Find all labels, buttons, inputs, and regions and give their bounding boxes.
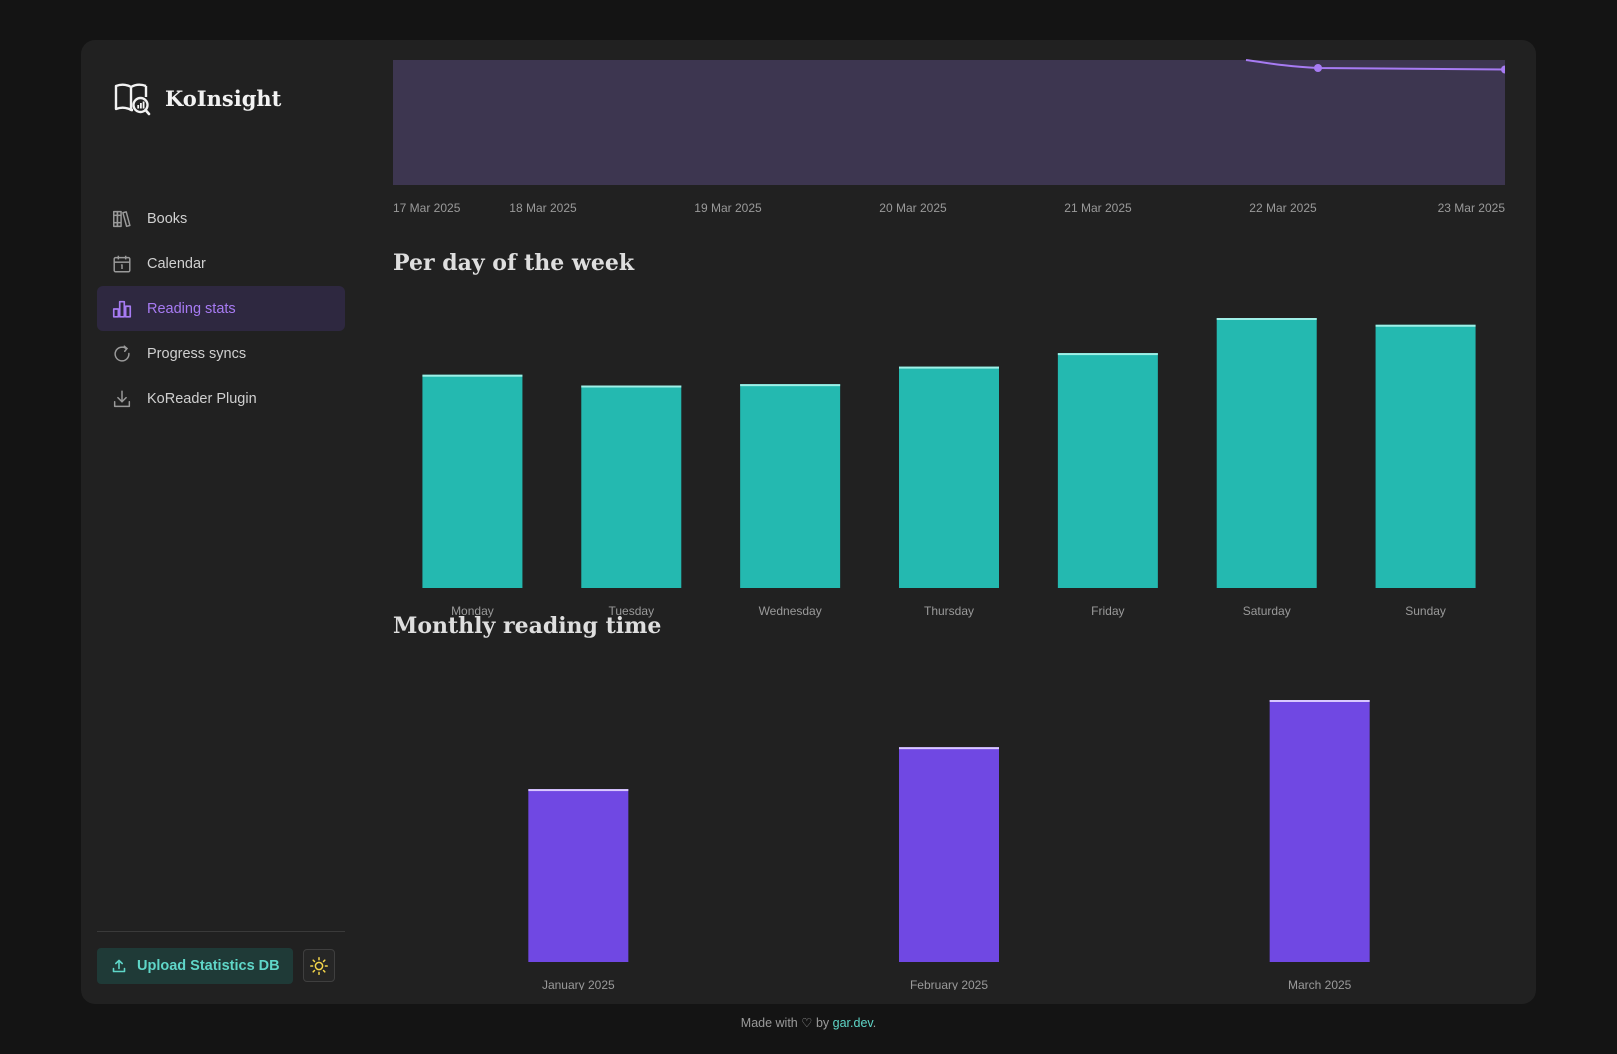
- sun-icon: [310, 956, 328, 975]
- nav-item-progress-syncs[interactable]: Progress syncs: [97, 331, 345, 376]
- x-tick-label: Sunday: [1405, 604, 1446, 618]
- footer-by: by: [815, 1016, 830, 1030]
- heart-icon: ♡: [801, 1016, 813, 1030]
- monthly-bar-chart: January 2025 February 2025 March 2025: [528, 700, 1370, 990]
- upload-statistics-button[interactable]: Upload Statistics DB: [97, 948, 293, 984]
- bar-cap: [1216, 318, 1317, 320]
- bar-cap: [1057, 353, 1158, 356]
- bar-chart-icon: [112, 300, 132, 318]
- main-content: 17 Mar 2025 18 Mar 2025 19 Mar 2025 20 Mar …: [393, 40, 1505, 1004]
- x-tick-label: 20 Mar 2025: [879, 201, 947, 215]
- nav-item-calendar[interactable]: Calendar: [97, 241, 345, 286]
- sidebar-footer: Upload Statistics DB: [97, 931, 345, 984]
- monthly-chart-title: Monthly reading time: [393, 613, 662, 639]
- x-axis-ticks: 17 Mar 2025 18 Mar 2025 19 Mar 2025 20 Mar …: [393, 201, 1505, 215]
- page-footer: Made with ♡ by gar.dev.: [0, 1015, 1617, 1030]
- x-tick-label: January 2025: [542, 978, 615, 990]
- bar-cap: [581, 385, 682, 388]
- x-tick-label: Friday: [1091, 604, 1124, 618]
- bar-cap: [1375, 324, 1476, 327]
- footer-prefix: Made with: [740, 1016, 798, 1030]
- bar[interactable]: [899, 366, 999, 588]
- bar-cap: [899, 366, 999, 369]
- main-nav: Books Calendar Reading stats Progress sy…: [97, 196, 345, 421]
- x-tick-label: 22 Mar 2025: [1249, 201, 1317, 215]
- author-link[interactable]: gar.dev: [833, 1016, 873, 1030]
- reading-time-area-chart: 17 Mar 2025 18 Mar 2025 19 Mar 2025 20 Mar …: [393, 59, 1505, 215]
- app-name: KoInsight: [165, 85, 282, 111]
- bar[interactable]: [1375, 324, 1476, 588]
- x-tick-label: Wednesday: [759, 604, 822, 618]
- brand[interactable]: KoInsight: [113, 78, 281, 118]
- x-tick-label: 23 Mar 2025: [1438, 201, 1505, 215]
- nav-item-koreader-plugin[interactable]: KoReader Plugin: [97, 376, 345, 421]
- nav-item-label: Calendar: [147, 255, 206, 272]
- bar[interactable]: [581, 385, 682, 589]
- app-window: KoInsight Books Calendar Reading stats P…: [81, 40, 1536, 1004]
- bar-cap: [740, 384, 841, 387]
- books-icon: [113, 210, 131, 227]
- sidebar: KoInsight Books Calendar Reading stats P…: [81, 40, 356, 1004]
- bar-cap: [528, 789, 629, 792]
- bar-cap: [422, 374, 523, 377]
- area-fill: [393, 60, 1505, 185]
- bar[interactable]: [899, 747, 999, 962]
- bar[interactable]: [422, 374, 523, 588]
- bar[interactable]: [740, 384, 841, 588]
- refresh-icon: [114, 344, 130, 362]
- footer-suffix: .: [872, 1016, 877, 1030]
- x-tick-label: 21 Mar 2025: [1064, 201, 1132, 215]
- nav-item-label: Reading stats: [147, 300, 236, 317]
- download-icon: [113, 389, 131, 407]
- nav-item-books[interactable]: Books: [97, 196, 345, 241]
- nav-item-reading-stats[interactable]: Reading stats: [97, 286, 345, 331]
- x-tick-label: February 2025: [910, 978, 988, 990]
- x-tick-label: 19 Mar 2025: [694, 201, 762, 215]
- weekday-bar-chart: Monday Tuesday Wednesday Thursday Friday Satu…: [422, 318, 1476, 618]
- bar[interactable]: [1216, 318, 1317, 588]
- weekday-chart-title: Per day of the week: [393, 250, 635, 276]
- bar[interactable]: [1057, 353, 1158, 588]
- bar[interactable]: [528, 789, 629, 962]
- upload-icon: [112, 959, 126, 973]
- nav-item-label: Books: [147, 210, 188, 227]
- bar-cap: [899, 747, 999, 750]
- x-tick-label: Thursday: [924, 604, 974, 618]
- bar-cap: [1269, 700, 1370, 702]
- book-chart-logo-icon: [114, 83, 151, 116]
- x-tick-label: Saturday: [1243, 604, 1291, 618]
- x-tick-label: 18 Mar 2025: [509, 201, 577, 215]
- bar[interactable]: [1269, 700, 1370, 962]
- nav-item-label: KoReader Plugin: [147, 390, 257, 407]
- nav-item-label: Progress syncs: [147, 345, 247, 362]
- upload-button-label: Upload Statistics DB: [137, 958, 280, 974]
- x-tick-label: March 2025: [1288, 978, 1352, 990]
- data-point[interactable]: [1314, 64, 1322, 72]
- x-tick-label: 17 Mar 2025: [393, 201, 461, 215]
- calendar-icon: [113, 255, 131, 273]
- theme-toggle-button[interactable]: [303, 949, 335, 982]
